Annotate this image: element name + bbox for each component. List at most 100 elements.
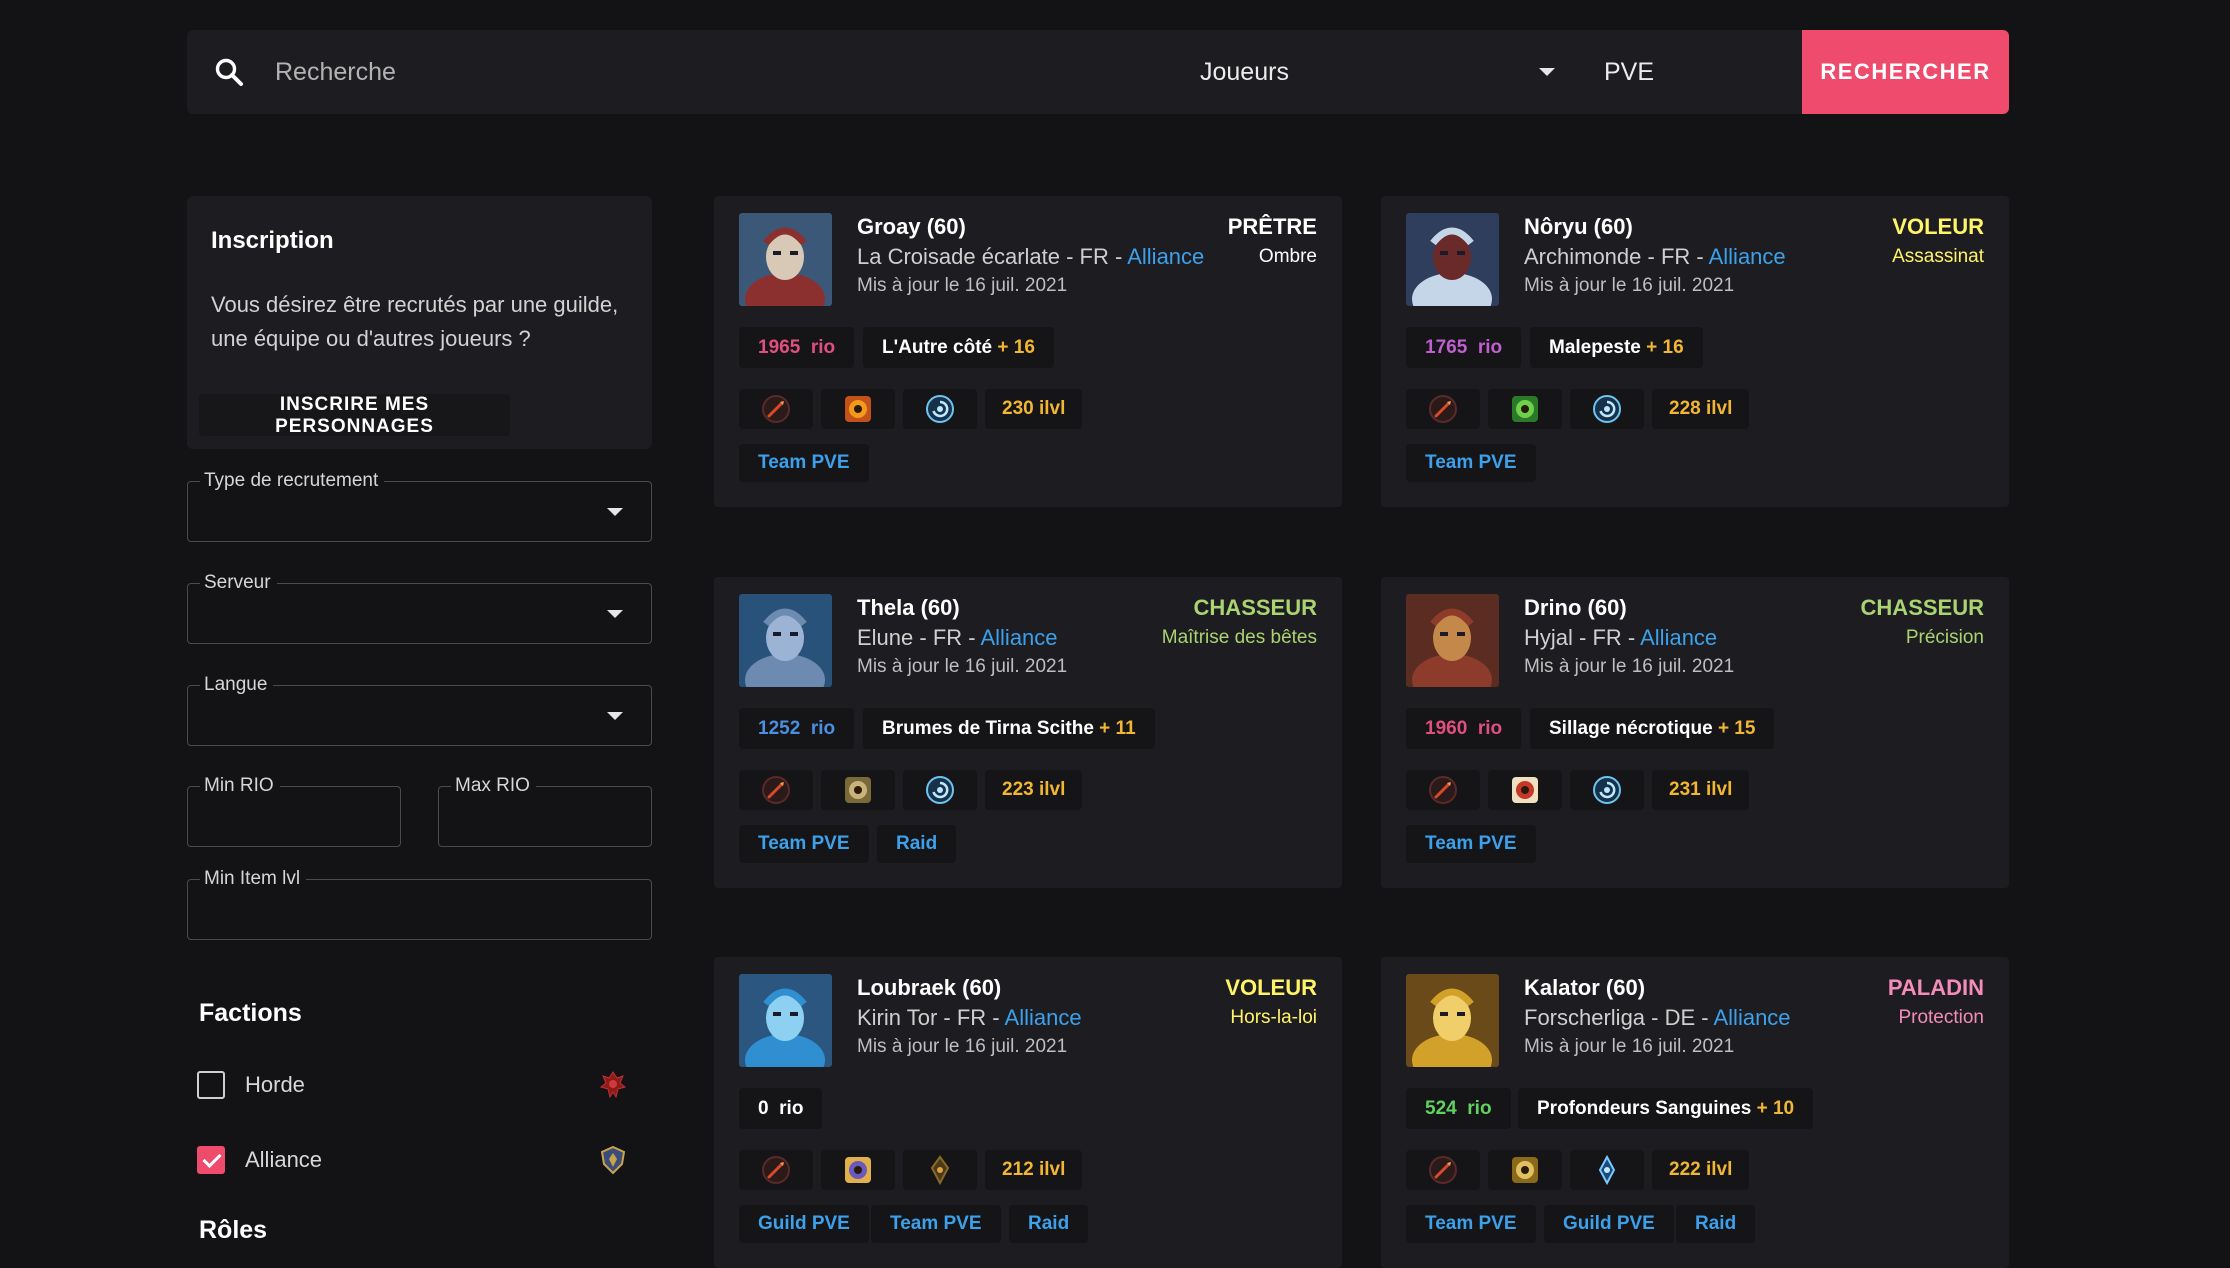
spec-label: Assassinat [1892, 246, 1984, 267]
recruitment-tag[interactable]: Raid [1009, 1205, 1089, 1243]
legendary-icon[interactable] [1488, 389, 1562, 429]
search-input[interactable] [275, 48, 875, 96]
legendary-icon[interactable] [1488, 1150, 1562, 1190]
covenant-icon[interactable] [1406, 770, 1480, 810]
recruitment-tag[interactable]: Team PVE [739, 825, 869, 863]
player-card[interactable]: Groay (60) La Croisade écarlate - FR - Al… [714, 196, 1342, 507]
legendary-icon[interactable] [821, 770, 895, 810]
legendary-icon[interactable] [821, 1150, 895, 1190]
avatar[interactable] [739, 594, 832, 687]
character-name[interactable]: Kalator (60) [1524, 975, 1645, 1001]
covenant-icon[interactable] [1406, 389, 1480, 429]
covenant-icon[interactable] [739, 389, 813, 429]
class-label: PRÊTRE [1227, 214, 1317, 239]
best-dungeon-badge: Profondeurs Sanguines + 10 [1518, 1088, 1814, 1129]
rio-word: rio [810, 337, 836, 358]
search-icon[interactable] [214, 57, 244, 87]
best-dungeon-badge: Sillage nécrotique + 15 [1530, 708, 1775, 749]
checkbox[interactable] [197, 1071, 225, 1099]
recruitment-tag[interactable]: Team PVE [739, 444, 869, 482]
legendary-icon[interactable] [1488, 770, 1562, 810]
recruitment-tag[interactable]: Raid [877, 825, 957, 863]
avatar[interactable] [1406, 594, 1499, 687]
faction-link[interactable]: Alliance [1127, 244, 1204, 269]
rio-badge: 1765 rio [1406, 327, 1522, 368]
item-level-badge: 212 ilvl [985, 1150, 1083, 1190]
player-card[interactable]: Loubraek (60) Kirin Tor - FR - Alliance Mi… [714, 957, 1342, 1268]
avatar[interactable] [1406, 974, 1499, 1067]
character-realm: Forscherliga - DE - Alliance [1524, 1005, 1791, 1031]
faction-link[interactable]: Alliance [1005, 1005, 1082, 1030]
character-name[interactable]: Nôryu (60) [1524, 214, 1633, 240]
avatar[interactable] [739, 974, 832, 1067]
soulbind-icon[interactable] [1570, 770, 1644, 810]
dungeon-name: Sillage nécrotique [1549, 718, 1713, 739]
character-realm: Hyjal - FR - Alliance [1524, 625, 1717, 651]
inscription-card: Inscription Vous désirez être recrutés p… [187, 196, 652, 449]
covenant-icon[interactable] [739, 770, 813, 810]
recruitment-tag[interactable]: Team PVE [871, 1205, 1001, 1243]
item-level-badge: 222 ilvl [1652, 1150, 1750, 1190]
character-name[interactable]: Thela (60) [857, 595, 960, 621]
register-characters-button[interactable]: INSCRIRE MES PERSONNAGES [199, 394, 510, 437]
min-rio-input[interactable]: Min RIO [187, 775, 401, 847]
chevron-down-icon [607, 508, 623, 516]
soulbind-icon[interactable] [1570, 389, 1644, 429]
updated-date: Mis à jour le 16 juil. 2021 [1524, 1036, 1735, 1057]
max-rio-label: Max RIO [451, 775, 536, 797]
server-select[interactable]: Serveur [187, 572, 652, 644]
spec-label: Maîtrise des bêtes [1161, 627, 1317, 648]
faction-link[interactable]: Alliance [1640, 625, 1717, 650]
faction-alliance-checkbox[interactable]: Alliance [197, 1143, 627, 1177]
min-item-level-input[interactable]: Min Item lvl [187, 868, 652, 940]
character-name[interactable]: Loubraek (60) [857, 975, 1001, 1001]
rio-value: 1252 [758, 718, 801, 739]
rio-badge: 1960 rio [1406, 708, 1522, 749]
faction-link[interactable]: Alliance [1709, 244, 1786, 269]
language-select[interactable]: Langue [187, 674, 652, 746]
legendary-icon[interactable] [821, 389, 895, 429]
search-type-value: Joueurs [1200, 57, 1289, 86]
class-label: CHASSEUR [1193, 595, 1317, 620]
character-name[interactable]: Drino (60) [1524, 595, 1627, 621]
soulbind-icon[interactable] [903, 770, 977, 810]
language-label: Langue [200, 674, 274, 696]
character-name[interactable]: Groay (60) [857, 214, 966, 240]
spec-label: Protection [1898, 1007, 1984, 1028]
rio-word: rio [779, 1098, 804, 1119]
recruitment-tag[interactable]: Team PVE [1406, 1205, 1536, 1243]
recruitment-tag[interactable]: Raid [1676, 1205, 1756, 1243]
soulbind-icon[interactable] [903, 389, 977, 429]
checkbox[interactable] [197, 1146, 225, 1174]
covenant-icon[interactable] [1406, 1150, 1480, 1190]
realm-text: La Croisade écarlate - FR - [857, 244, 1128, 269]
recruitment-tag[interactable]: Team PVE [1406, 825, 1536, 863]
recruitment-tag[interactable]: Guild PVE [1544, 1205, 1674, 1243]
rio-value: 1765 [1425, 337, 1468, 358]
character-realm: Kirin Tor - FR - Alliance [857, 1005, 1082, 1031]
player-card[interactable]: Thela (60) Elune - FR - Alliance Mis à jou… [714, 577, 1342, 888]
recruitment-tag[interactable]: Team PVE [1406, 444, 1536, 482]
rio-value: 0 [758, 1098, 769, 1119]
soulbind-icon[interactable] [1570, 1150, 1644, 1190]
recruitment-tag[interactable]: Guild PVE [739, 1205, 869, 1243]
spec-label: Hors-la-loi [1230, 1007, 1317, 1028]
covenant-icon[interactable] [739, 1150, 813, 1190]
max-rio-input[interactable]: Max RIO [438, 775, 652, 847]
player-card[interactable]: Drino (60) Hyjal - FR - Alliance Mis à jou… [1381, 577, 2009, 888]
item-level-badge: 231 ilvl [1652, 770, 1750, 810]
faction-horde-checkbox[interactable]: Horde [197, 1068, 627, 1102]
dungeon-level: + 15 [1717, 718, 1756, 739]
avatar[interactable] [739, 213, 832, 306]
player-card[interactable]: Kalator (60) Forscherliga - DE - Alliance… [1381, 957, 2009, 1268]
player-card[interactable]: Nôryu (60) Archimonde - FR - Alliance Mis … [1381, 196, 2009, 507]
faction-link[interactable]: Alliance [980, 625, 1057, 650]
spec-label: Ombre [1258, 246, 1317, 267]
dungeon-name: Profondeurs Sanguines [1537, 1098, 1752, 1119]
search-button[interactable]: RECHERCHER [1802, 30, 2009, 114]
faction-link[interactable]: Alliance [1714, 1005, 1791, 1030]
avatar[interactable] [1406, 213, 1499, 306]
soulbind-icon[interactable] [903, 1150, 977, 1190]
recruitment-type-select[interactable]: Type de recrutement [187, 470, 652, 542]
item-level-badge: 230 ilvl [985, 389, 1083, 429]
